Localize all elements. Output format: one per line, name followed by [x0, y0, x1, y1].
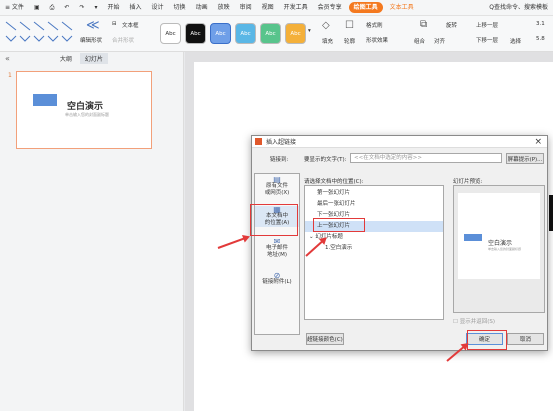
screen-tip-button[interactable]: 屏幕提示(P)... — [506, 153, 544, 164]
fill-icon[interactable]: ◇ — [322, 20, 330, 31]
attachment-label: 链接附件(L) — [262, 279, 292, 285]
place-first-slide[interactable]: 第一张幻灯片 — [305, 188, 443, 199]
existing-file-label: 原有文件 或网页(X) — [264, 183, 290, 196]
shape-gallery-icon[interactable] — [4, 20, 74, 46]
style-swatch-3[interactable]: Abc — [210, 23, 231, 44]
paperclip-icon: ⊘ — [273, 271, 281, 280]
style-swatch-4[interactable]: Abc — [235, 23, 256, 44]
menu-view[interactable]: 视图 — [257, 0, 279, 16]
collapse-icon[interactable]: « — [5, 54, 10, 63]
tab-drawing-tools[interactable]: 绘图工具 — [348, 2, 383, 13]
highlight-ok-button — [467, 330, 507, 350]
style-swatch-1[interactable]: Abc — [160, 23, 181, 44]
edit-shape-button[interactable]: 编辑形状 — [80, 36, 102, 44]
shape-effect-button[interactable]: 形状效果 — [366, 36, 388, 44]
place-label: 请选择文档中的位置(C): — [304, 179, 364, 185]
app-icon — [255, 138, 262, 145]
more-icon[interactable]: ▾ — [89, 0, 102, 16]
menu-animation[interactable]: 动画 — [191, 0, 213, 16]
dialog-title: 插入超链接 — [266, 139, 297, 146]
outline-icon[interactable]: ☐ — [345, 20, 354, 31]
slide-thumbnail[interactable]: 空白演示 单击输入您的封面副标题 — [16, 71, 152, 149]
display-text-label: 要显示的文字(T): — [304, 157, 347, 163]
combine-button[interactable]: 组合 — [414, 37, 425, 45]
format-painter-button[interactable]: 格式刷 — [366, 21, 383, 29]
thumb-subtitle: 单击输入您的封面副标题 — [65, 112, 109, 117]
redo-icon[interactable]: ↷ — [74, 0, 89, 16]
undo-icon[interactable]: ↶ — [59, 0, 74, 16]
preview-shape — [464, 234, 482, 241]
edit-shape-icon[interactable]: ≪ — [86, 18, 100, 33]
slide-preview: 空白演示 单击输入您的封面副标题 — [453, 185, 545, 313]
menu-bar: ≡ 文件 ▣ ⎙ ↶ ↷ ▾ 开始 插入 设计 切换 动画 放映 审阅 视图 开… — [0, 0, 553, 16]
search-command[interactable]: Q查找命令、搜索模板 — [484, 0, 553, 16]
highlight-previous-slide — [313, 218, 365, 232]
email-option[interactable]: ✉ 电子邮件 地址(M) — [255, 238, 299, 259]
outline-button[interactable]: 轮廓 — [344, 37, 355, 45]
close-icon[interactable]: × — [534, 137, 542, 147]
up-layer-button[interactable]: 上移一层 — [476, 21, 498, 29]
show-return-checkbox: ☐ 显示并返回(S) — [453, 319, 495, 325]
link-color-button[interactable]: 超链接颜色(C) — [306, 333, 344, 345]
tab-outline[interactable]: 大纲 — [60, 54, 72, 63]
down-layer-button[interactable]: 下移一层 — [476, 36, 498, 44]
merge-shape-button: 合并形状 — [112, 38, 135, 44]
textbox-icon[interactable]: ⊟ — [112, 21, 117, 27]
preview-subtitle: 单击输入您的封面副标题 — [488, 247, 522, 251]
style-swatch-5[interactable]: Abc — [260, 23, 281, 44]
combine-icon[interactable]: ⧉ — [420, 19, 427, 30]
attachment-option[interactable]: ⊘ 链接附件(L) — [255, 272, 299, 286]
link-to-label: 链接到: — [270, 157, 289, 163]
show-return-label: 显示并返回(S) — [459, 319, 495, 325]
menu-transition[interactable]: 切换 — [169, 0, 191, 16]
email-label: 电子邮件 地址(M) — [265, 245, 288, 258]
cancel-button[interactable]: 取消 — [507, 333, 544, 345]
fill-button[interactable]: 填充 — [322, 37, 333, 45]
width-value[interactable]: 5.8 — [536, 36, 545, 42]
menu-slideshow[interactable]: 放映 — [213, 0, 235, 16]
slide-content-fragment — [549, 195, 553, 231]
tab-text-tools[interactable]: 文本工具 — [385, 0, 419, 16]
align-button[interactable]: 对齐 — [434, 37, 445, 45]
highlight-place-option — [250, 204, 298, 236]
display-text-input[interactable]: <<在文档中选定的内容>> — [350, 153, 502, 163]
place-last-slide[interactable]: 最后一张幻灯片 — [305, 199, 443, 210]
style-swatch-2[interactable]: Abc — [185, 23, 206, 44]
rotate-button[interactable]: 旋转 — [446, 21, 457, 29]
insert-hyperlink-dialog: 插入超链接 × 链接到: 要显示的文字(T): <<在文档中选定的内容>> 屏幕… — [251, 135, 548, 351]
place-slide-1[interactable]: 1.空白演示 — [305, 243, 443, 254]
place-list[interactable]: 第一张幻灯片 最后一张幻灯片 下一张幻灯片 上一张幻灯片 ⌄ 幻灯片标题 1.空… — [304, 185, 444, 320]
thumb-title: 空白演示 — [67, 102, 104, 112]
menu-insert[interactable]: 插入 — [125, 0, 147, 16]
menu-review[interactable]: 审阅 — [235, 0, 257, 16]
preview-slide: 空白演示 单击输入您的封面副标题 — [458, 193, 540, 279]
file-icon: ▤ — [273, 175, 281, 184]
print-icon[interactable]: ⎙ — [45, 0, 60, 16]
panel-tabs: « 大纲 幻灯片 — [0, 52, 184, 65]
menu-developer[interactable]: 开发工具 — [279, 0, 313, 16]
existing-file-option[interactable]: ▤ 原有文件 或网页(X) — [255, 176, 299, 197]
preview-title: 空白演示 — [488, 240, 513, 247]
preview-label: 幻灯片预览: — [453, 179, 483, 185]
menu-member[interactable]: 会员专享 — [313, 0, 347, 16]
ribbon: ≪ 编辑形状 ⊟ 文本框 合并形状 Abc Abc Abc Abc Abc Ab… — [0, 16, 553, 52]
thumb-shape — [33, 94, 57, 106]
menu-file[interactable]: ≡ 文件 — [0, 0, 29, 16]
select-button[interactable]: 选择 — [510, 37, 521, 45]
tab-slides[interactable]: 幻灯片 — [79, 53, 108, 64]
menu-design[interactable]: 设计 — [147, 0, 169, 16]
dialog-titlebar: 插入超链接 × — [252, 136, 547, 148]
save-icon[interactable]: ▣ — [29, 0, 45, 16]
textbox-button[interactable]: 文本框 — [122, 21, 139, 29]
swatch-dropdown-icon[interactable]: ▾ — [308, 28, 311, 34]
height-value[interactable]: 3.1 — [536, 21, 545, 27]
menu-start[interactable]: 开始 — [103, 0, 125, 16]
email-icon: ✉ — [273, 237, 281, 246]
slide-number: 1 — [8, 72, 12, 79]
style-swatch-6[interactable]: Abc — [285, 23, 306, 44]
